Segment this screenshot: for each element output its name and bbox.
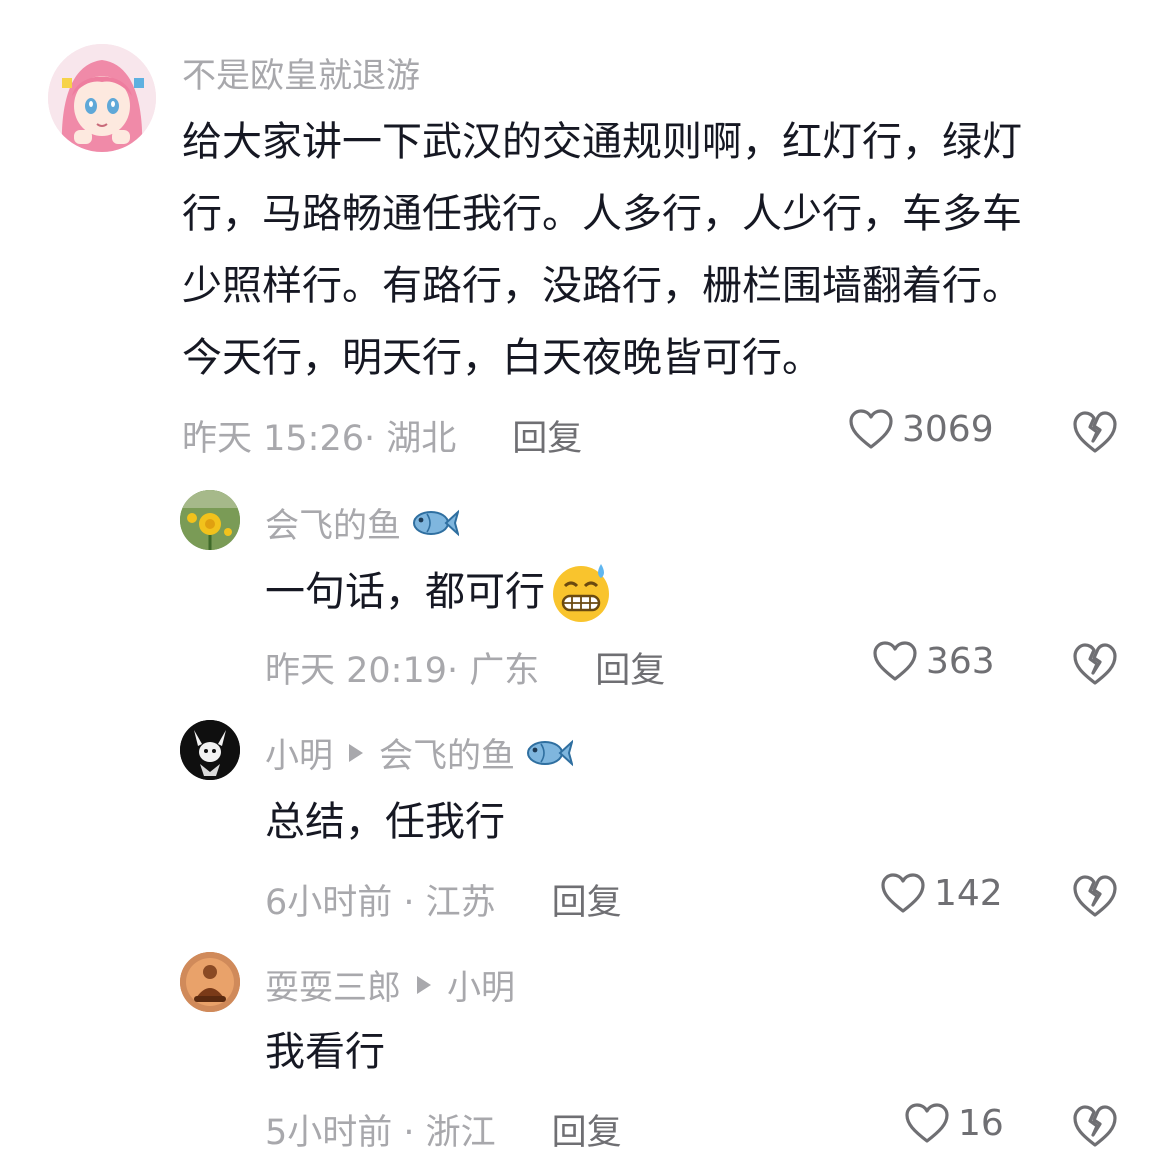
username-line: 不是欧皇就退游 [182,48,420,97]
username[interactable]: 小明 [265,728,333,777]
comment-text-line: 少照样行。有路行，没路行，栅栏围墙翻着行。 [182,263,1022,309]
username-line: 小明 会飞的鱼 [265,728,573,777]
comment-text-line: 行，马路畅通任我行。人多行，人少行，车多车 [182,191,1022,237]
comment-meta: 5小时前 · 浙江 回复 [265,1104,622,1155]
reply-button[interactable]: 回复 [512,410,582,461]
reply-arrow-icon [417,975,431,994]
username[interactable]: 耍耍三郎 [265,960,401,1009]
username[interactable]: 会飞的鱼 [265,498,401,547]
comment-text-content: 我看行 [265,1029,385,1075]
comment-meta: 昨天 15:26· 湖北 回复 [182,410,582,461]
broken-heart-icon[interactable] [1072,874,1118,918]
like-button[interactable]: 142 [880,872,1003,914]
comment-text: 一句话，都可行 [265,556,613,628]
avatar[interactable] [180,720,240,780]
like-count: 363 [926,640,995,682]
avatar[interactable] [180,952,240,1012]
time-location: 昨天 15:26· 湖北 [182,419,457,459]
comment-text: 给大家讲一下武汉的交通规则啊，红灯行，绿灯 行，马路畅通任我行。人多行，人少行，… [182,106,1142,394]
username[interactable]: 不是欧皇就退游 [182,48,420,97]
reply-button[interactable]: 回复 [552,874,622,925]
comment-text-line: 今天行，明天行，白天夜晚皆可行。 [182,335,822,381]
reply-button[interactable]: 回复 [595,642,665,693]
like-button[interactable]: 16 [904,1102,1004,1144]
comment-text-content: 总结，任我行 [265,799,505,845]
seated-monk-avatar-icon [180,952,240,1012]
time-location: 5小时前 · 浙江 [265,1113,496,1153]
time-location: 昨天 20:19· 广东 [265,651,540,691]
time-location: 6小时前 · 江苏 [265,883,496,923]
comment-text-line: 给大家讲一下武汉的交通规则啊，红灯行，绿灯 [182,119,1022,165]
reply-arrow-icon [349,743,363,762]
like-button[interactable]: 363 [872,640,995,682]
broken-heart-icon[interactable] [1072,410,1118,454]
broken-heart-icon[interactable] [1072,642,1118,686]
comment-meta: 6小时前 · 江苏 回复 [265,874,622,925]
grinning-sweat-emoji-icon [553,564,609,622]
heart-icon [881,873,925,913]
anime-girl-avatar-icon [48,44,156,152]
username-line: 耍耍三郎 小明 [265,960,515,1009]
reply-to-username[interactable]: 小明 [447,960,515,1009]
comment-text: 我看行 [265,1016,385,1088]
comment-text: 总结，任我行 [265,786,505,858]
fish-icon [527,739,573,766]
reply-to-username[interactable]: 会飞的鱼 [379,728,515,777]
broken-heart-icon[interactable] [1072,1104,1118,1148]
like-count: 3069 [902,408,994,450]
cartoon-character-avatar-icon [180,720,240,780]
heart-icon [873,641,917,681]
avatar[interactable] [180,490,240,550]
heart-icon [905,1103,949,1143]
fish-icon [413,509,459,536]
comment-text-content: 一句话，都可行 [265,569,545,615]
like-count: 16 [958,1102,1004,1144]
avatar[interactable] [48,44,156,152]
like-button[interactable]: 3069 [848,408,994,450]
comment-meta: 昨天 20:19· 广东 回复 [265,642,665,693]
username-line: 会飞的鱼 [265,498,459,547]
dandelion-avatar-icon [180,490,240,550]
like-count: 142 [934,872,1003,914]
heart-icon [849,409,893,449]
reply-button[interactable]: 回复 [552,1104,622,1155]
